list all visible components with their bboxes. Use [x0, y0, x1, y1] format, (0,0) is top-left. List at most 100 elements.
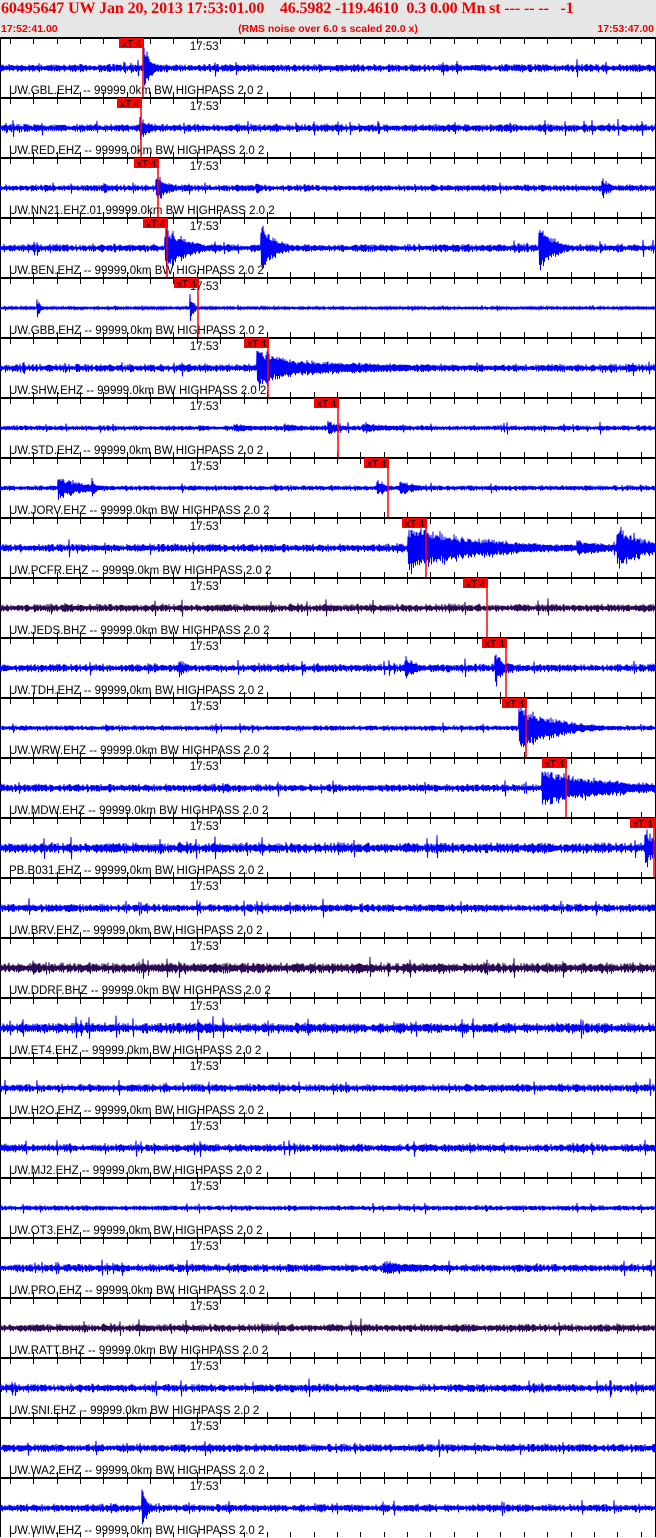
- rms-note: (RMS noise over 6.0 s scaled 20.0 x): [238, 23, 418, 35]
- pick-label: xT 4: [120, 99, 140, 110]
- pick-label: xT 4: [137, 159, 157, 170]
- minute-label: 17:53: [190, 1181, 219, 1193]
- minute-label: 17:53: [190, 701, 219, 713]
- trace-plot: 17:53 UW.BRV.EHZ -- 99999.0km BW HIGHPASS…: [0, 877, 656, 937]
- waveform-trace: [0, 294, 656, 322]
- minute-label: 17:53: [190, 221, 219, 233]
- minute-label: 17:53: [190, 881, 219, 893]
- station-label: UW.BEN.EHZ -- 99999.0km BW HIGHPASS 2.0 …: [9, 265, 264, 277]
- waveform-trace: [0, 1318, 656, 1337]
- trace-plot: 17:53 UW.WA2.EHZ -- 99999.0km BW HIGHPASS…: [0, 1417, 656, 1477]
- waveform-trace: [0, 47, 656, 86]
- waveform-trace: [0, 598, 656, 617]
- minute-label: 17:53: [190, 1481, 219, 1493]
- trace-plot: 17:53 UW.WRW.EHZ -- 99999.0km BW HIGHPASS…: [0, 697, 656, 757]
- trace-panel: 17:53 UW.SHW.EHZ -- 99999.0km BW HIGHPASS…: [0, 337, 656, 397]
- waveform-trace: [0, 654, 656, 687]
- trace-plot: 17:53 UW.TDH.EHZ -- 99999.0km BW HIGHPASS…: [0, 637, 656, 697]
- minute-label: 17:53: [190, 1061, 219, 1073]
- trace-panel: 17:53 UW.RATT.BHZ -- 99999.0km BW HIGHPAS…: [0, 1297, 656, 1357]
- waveform-trace: [0, 705, 656, 748]
- station-label: UW.JEDS.BHZ -- 99999.0km BW HIGHPASS 2.0…: [9, 625, 270, 637]
- trace-panel: 17:53 UW.PRO.EHZ -- 99999.0km BW HIGHPASS…: [0, 1237, 656, 1297]
- trace-plot: 17:53 UW.STD.EHZ -- 99999.0km BW HIGHPASS…: [0, 397, 656, 457]
- pick-label: xT 4: [633, 819, 653, 830]
- trace-plot: 17:53 UW.BEN.EHZ -- 99999.0km BW HIGHPASS…: [0, 217, 656, 277]
- station-label: UW.JORV.EHZ -- 99999.0km BW HIGHPASS 2.0…: [9, 505, 270, 517]
- station-label: UW.GBB.EHZ -- 99999.0km BW HIGHPASS 2.0 …: [9, 325, 264, 337]
- trace-panel: 17:53 UW.SNI.EHZ -- 99999.0km BW HIGHPASS…: [0, 1357, 656, 1417]
- minute-label: 17:53: [190, 941, 219, 953]
- minute-label: 17:53: [190, 821, 219, 833]
- trace-panel: 17:53 UW.DDRF.BHZ -- 99999.0km BW HIGHPAS…: [0, 937, 656, 997]
- waveform-trace: [0, 829, 656, 868]
- waveform-trace: [0, 1489, 656, 1525]
- waveform-trace: [0, 1140, 656, 1157]
- station-label: UW.SHW.EHZ -- 99999.0km BW HIGHPASS 2.0 …: [9, 385, 266, 397]
- minute-label: 17:53: [190, 1361, 219, 1373]
- station-label: UW.PRO.EHZ -- 99999.0km BW HIGHPASS 2.0 …: [9, 1285, 265, 1297]
- minute-label: 17:53: [190, 1421, 219, 1433]
- trace-panel: 17:53 UW.GBB.EHZ -- 99999.0km BW HIGHPASS…: [0, 277, 656, 337]
- trace-plot: 17:53 UW.DDRF.BHZ -- 99999.0km BW HIGHPAS…: [0, 937, 656, 997]
- minute-label: 17:53: [190, 341, 219, 353]
- trace-plot: 17:53 UW.MDW.EHZ -- 99999.0km BW HIGHPASS…: [0, 757, 656, 817]
- waveform-trace: [0, 1015, 656, 1041]
- waveform-trace: [0, 956, 656, 979]
- station-label: UW.BRV.EHZ -- 99999.0km BW HIGHPASS 2.0 …: [9, 925, 263, 937]
- pick-label: xT 4: [317, 399, 337, 410]
- station-label: UW.WA2.EHZ -- 99999.0km BW HIGHPASS 2.0 …: [9, 1465, 265, 1477]
- minute-label: 17:53: [190, 1301, 219, 1313]
- trace-panel: 17:53 UW.PCFR.EHZ -- 99999.0km BW HIGHPAS…: [0, 517, 656, 577]
- event-title: 60495647 UW Jan 20, 2013 17:53:01.00 46.…: [1, 0, 574, 17]
- trace-plot: 17:53 UW.NN21.EHZ.01.99999.0km BW HIGHPAS…: [0, 157, 656, 217]
- minute-label: 17:53: [190, 581, 219, 593]
- pick-label: xT 4: [367, 459, 387, 470]
- minute-label: 17:53: [190, 161, 219, 173]
- station-label: UW.RATT.BHZ -- 99999.0km BW HIGHPASS 2.0…: [9, 1345, 268, 1357]
- trace-plot: 17:53 UW.PCFR.EHZ -- 99999.0km BW HIGHPAS…: [0, 517, 656, 577]
- minute-label: 17:53: [190, 1001, 219, 1013]
- trace-plot: 17:53 UW.ET4.EHZ -- 99999.0km BW HIGHPASS…: [0, 997, 656, 1057]
- waveform-trace: [0, 898, 656, 918]
- minute-label: 17:53: [190, 1241, 219, 1253]
- minute-label: 17:53: [190, 41, 219, 53]
- pick-label: xT 4: [545, 759, 565, 770]
- trace-plot: 17:53 UW.JEDS.BHZ -- 99999.0km BW HIGHPAS…: [0, 577, 656, 637]
- pick-label: xT 4: [466, 579, 486, 590]
- trace-panel: 17:53 UW.BEN.EHZ -- 99999.0km BW HIGHPASS…: [0, 217, 656, 277]
- minute-label: 17:53: [190, 461, 219, 473]
- waveform-trace: [0, 1378, 656, 1398]
- trace-plot: 17:53 PB.B031.EHZ -- 99999.0km BW HIGHPAS…: [0, 817, 656, 877]
- station-label: UW.H2O.EHZ -- 99999.0km BW HIGHPASS 2.0 …: [9, 1105, 264, 1117]
- trace-panel: 17:53 UW.STD.EHZ -- 99999.0km BW HIGHPASS…: [0, 397, 656, 457]
- trace-panel: 17:53 UW.JORV.EHZ -- 99999.0km BW HIGHPAS…: [0, 457, 656, 517]
- station-label: UW.MDW.EHZ -- 99999.0km BW HIGHPASS 2.0 …: [9, 805, 268, 817]
- minute-label: 17:53: [190, 761, 219, 773]
- trace-plot: 17:53 UW.SNI.EHZ -- 99999.0km BW HIGHPASS…: [0, 1357, 656, 1417]
- trace-panel: 17:53 UW.TDH.EHZ -- 99999.0km BW HIGHPASS…: [0, 637, 656, 697]
- trace-panel: 17:53 UW.MJ2.EHZ -- 99999.0km BW HIGHPASS…: [0, 1117, 656, 1177]
- pick-label: xT 4: [177, 279, 197, 290]
- pick-label: xT 4: [146, 219, 166, 230]
- station-label: UW.ET4.EHZ -- 99999.0km BW HIGHPASS 2.0 …: [9, 1045, 261, 1057]
- trace-plot: 17:53 UW.OT3.EHZ -- 99999.0km BW HIGHPASS…: [0, 1177, 656, 1237]
- waveform-trace: [0, 1259, 656, 1277]
- trace-plot: 17:53 UW.SHW.EHZ -- 99999.0km BW HIGHPASS…: [0, 337, 656, 397]
- trace-panel: 17:53 UW.GBL.EHZ -- 99999.0km BW HIGHPASS…: [0, 37, 656, 97]
- trace-panel: 17:53 UW.RED.EHZ -- 99999.0km BW HIGHPASS…: [0, 97, 656, 157]
- waveform-trace: [0, 420, 656, 435]
- minute-label: 17:53: [190, 1121, 219, 1133]
- trace-plot: 17:53 UW.JORV.EHZ -- 99999.0km BW HIGHPAS…: [0, 457, 656, 517]
- pick-label: xT 4: [122, 39, 142, 50]
- trace-panel: 17:53 UW.JEDS.BHZ -- 99999.0km BW HIGHPAS…: [0, 577, 656, 637]
- minute-label: 17:53: [190, 101, 219, 113]
- station-label: UW.SNI.EHZ -- 99999.0km BW HIGHPASS 2.0 …: [9, 1405, 259, 1417]
- waveform-trace: [0, 176, 656, 199]
- minute-label: 17:53: [190, 521, 219, 533]
- waveform-trace: [0, 1078, 656, 1096]
- pick-label: xT 4: [405, 519, 425, 530]
- station-label: UW.OT3.EHZ -- 99999.0km BW HIGHPASS 2.0 …: [9, 1225, 263, 1237]
- trace-panel: 17:53 UW.NN21.EHZ.01.99999.0km BW HIGHPAS…: [0, 157, 656, 217]
- trace-plot: 17:53 UW.RED.EHZ -- 99999.0km BW HIGHPASS…: [0, 97, 656, 157]
